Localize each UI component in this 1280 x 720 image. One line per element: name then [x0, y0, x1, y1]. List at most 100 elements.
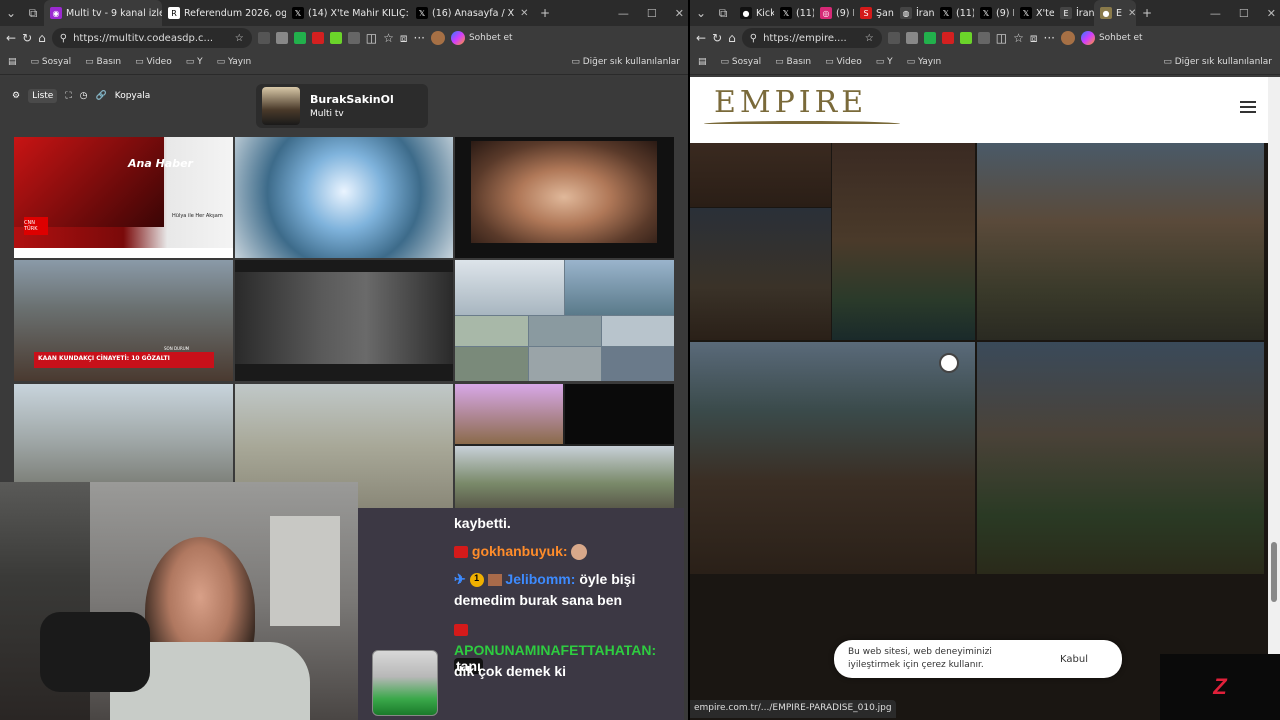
list-button[interactable]: Liste — [28, 89, 58, 103]
fullscreen-icon[interactable]: ⛶ — [65, 91, 71, 101]
favorite-star-icon[interactable]: ☆ — [235, 33, 244, 44]
split-screen-icon[interactable]: ◫ — [366, 31, 377, 45]
right-tab-iran2[interactable]: E İran — [1054, 0, 1094, 26]
bookmark-folder[interactable]: Y — [876, 57, 893, 67]
bookmark-folder[interactable]: Video — [135, 57, 171, 67]
left-tab-mahir[interactable]: 𝕏 (14) X'te Mahir KILIÇ: "Ç ✕ — [286, 0, 410, 26]
collections-icon[interactable]: ⧈ — [1030, 31, 1038, 46]
site-info-icon[interactable]: ⚲ — [60, 33, 67, 44]
extension-icon[interactable] — [329, 32, 342, 44]
bookmark-folder[interactable]: Yayın — [217, 57, 251, 67]
extension-icon[interactable] — [347, 32, 360, 44]
site-info-icon[interactable]: ⚲ — [750, 33, 757, 44]
tab-actions-icon[interactable]: ⌄ — [0, 6, 22, 20]
close-window-icon[interactable]: ✕ — [1267, 7, 1276, 20]
right-tab-kick[interactable]: ● Kick — [734, 0, 774, 26]
empire-logo[interactable]: EMPIRE — [714, 85, 867, 120]
right-tab-iran[interactable]: ◍ İran — [894, 0, 934, 26]
accept-cookies-button[interactable]: Kabul — [1048, 650, 1100, 669]
close-tab-icon[interactable]: ✕ — [1128, 8, 1136, 19]
home-icon[interactable]: ⌂ — [38, 31, 46, 45]
extension-icon[interactable] — [905, 32, 918, 44]
url-field[interactable]: ⚲ https://multitv.codeasdp.c... ☆ — [51, 28, 252, 48]
bookmark-folder[interactable]: Sosyal — [31, 57, 71, 67]
bookmark-folder[interactable]: Basın — [85, 57, 122, 67]
video-tile-cnn[interactable]: Ana Haber Hülya ile Her Akşam CNN TÜRK — [14, 137, 233, 258]
profile-avatar[interactable] — [430, 31, 445, 45]
video-tile-woman[interactable] — [455, 137, 674, 258]
other-bookmarks[interactable]: Diğer sık kullanılanlar — [571, 57, 680, 67]
close-tab-icon[interactable]: ✕ — [520, 8, 528, 19]
extension-icon[interactable] — [923, 32, 936, 44]
more-icon[interactable]: ··· — [414, 31, 425, 45]
minimize-icon[interactable]: — — [618, 7, 629, 20]
left-tab-multitv[interactable]: ◉ Multi tv - 9 kanal izlem ✕ — [44, 0, 162, 26]
favorite-star-icon[interactable]: ☆ — [865, 33, 874, 44]
url-field[interactable]: ⚲ https://empire.... ☆ — [741, 28, 882, 48]
gallery-image[interactable] — [832, 143, 975, 340]
bookmark-folder[interactable]: Yayın — [907, 57, 941, 67]
extension-icon[interactable] — [275, 32, 288, 44]
scrollbar-thumb[interactable] — [1271, 542, 1277, 602]
extension-icon[interactable] — [941, 32, 954, 44]
collections-icon[interactable]: ⧈ — [400, 31, 408, 46]
extension-icon[interactable] — [293, 32, 306, 44]
copilot-button[interactable]: Sohbet et — [1080, 31, 1143, 45]
minimize-icon[interactable]: — — [1210, 7, 1221, 20]
other-bookmarks[interactable]: Diğer sık kullanılanlar — [1163, 57, 1272, 67]
refresh-icon[interactable]: ↻ — [22, 31, 32, 45]
left-tab-referendum[interactable]: R Referendum 2026, ogg ✕ — [162, 0, 286, 26]
profile-avatar[interactable] — [1060, 31, 1075, 45]
gallery-image[interactable] — [690, 342, 975, 574]
gallery-image[interactable] — [690, 143, 831, 207]
copilot-button[interactable]: Sohbet et — [450, 31, 513, 45]
video-tile-cameras[interactable] — [455, 260, 674, 381]
sidebar-toggle-icon[interactable]: ▤ — [8, 57, 17, 67]
extension-icon[interactable] — [977, 32, 990, 44]
more-icon[interactable]: ··· — [1044, 31, 1055, 45]
video-tile-multicam[interactable] — [455, 384, 674, 508]
bookmark-folder[interactable]: Basın — [775, 57, 812, 67]
left-tab-anasayfa[interactable]: 𝕏 (16) Anasayfa / X ✕ — [410, 0, 534, 26]
extension-icon[interactable] — [959, 32, 972, 44]
new-tab-icon[interactable]: + — [1136, 6, 1158, 20]
scrollbar[interactable] — [1268, 77, 1280, 720]
extension-icon[interactable] — [257, 32, 270, 44]
back-icon[interactable]: ← — [6, 31, 16, 45]
maximize-icon[interactable]: ☐ — [647, 7, 657, 20]
favorites-icon[interactable]: ☆ — [383, 31, 394, 45]
extension-icon[interactable] — [311, 32, 324, 44]
workspaces-icon[interactable]: ⧉ — [712, 6, 734, 21]
video-tile-interview[interactable] — [235, 260, 453, 381]
split-screen-icon[interactable]: ◫ — [996, 31, 1007, 45]
video-tile-globe[interactable] — [235, 137, 453, 258]
hamburger-menu-icon[interactable] — [1240, 101, 1256, 113]
right-tab-x2[interactable]: 𝕏 (11) — [934, 0, 974, 26]
settings-icon[interactable]: ⚙ — [12, 91, 20, 101]
right-tab-x[interactable]: 𝕏 (11) — [774, 0, 814, 26]
copy-link-icon[interactable]: 🔗 — [96, 91, 107, 101]
favorites-icon[interactable]: ☆ — [1013, 31, 1024, 45]
bookmark-folder[interactable]: Sosyal — [721, 57, 761, 67]
right-tab-x4[interactable]: 𝕏 X'te — [1014, 0, 1054, 26]
chat-username[interactable]: Jelibomm: — [505, 571, 575, 587]
copy-button[interactable]: Kopyala — [115, 91, 151, 101]
bookmark-folder[interactable]: Y — [186, 57, 203, 67]
chat-username[interactable]: APONUNAMINAFETTAHATAN: — [454, 642, 656, 658]
tab-actions-icon[interactable]: ⌄ — [690, 6, 712, 20]
gallery-image[interactable] — [977, 342, 1264, 574]
timer-icon[interactable]: ◷ — [80, 91, 88, 101]
bookmark-folder[interactable]: Video — [825, 57, 861, 67]
right-tab-sanli[interactable]: S Şanlı — [854, 0, 894, 26]
video-tile-funeral[interactable]: KAAN KUNDAKÇI CİNAYETİ: 10 GÖZALTI SON D… — [14, 260, 233, 381]
right-tab-x3[interactable]: 𝕏 (9) B — [974, 0, 1014, 26]
home-icon[interactable]: ⌂ — [728, 31, 736, 45]
back-icon[interactable]: ← — [696, 31, 706, 45]
close-window-icon[interactable]: ✕ — [675, 7, 684, 20]
maximize-icon[interactable]: ☐ — [1239, 7, 1249, 20]
gallery-image[interactable] — [977, 143, 1264, 340]
gallery-image[interactable] — [690, 208, 831, 340]
workspaces-icon[interactable]: ⧉ — [22, 6, 44, 21]
sidebar-toggle-icon[interactable]: ▤ — [698, 57, 707, 67]
refresh-icon[interactable]: ↻ — [712, 31, 722, 45]
